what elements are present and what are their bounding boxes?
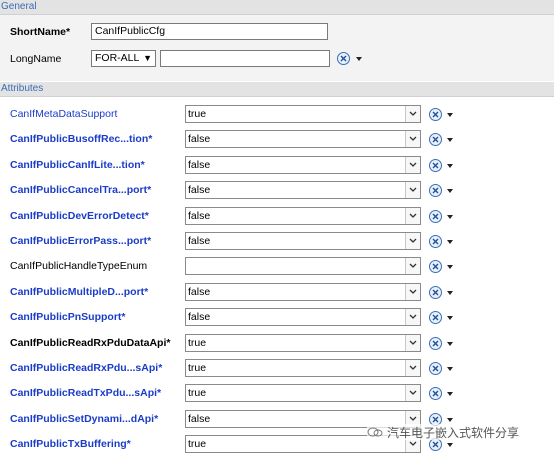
chevron-down-icon[interactable] <box>405 258 420 274</box>
attribute-value: true <box>188 438 207 450</box>
dropdown-menu-arrow-icon[interactable] <box>446 340 454 348</box>
attribute-value: false <box>188 235 211 247</box>
attributes-section-header[interactable]: Attributes <box>0 82 554 97</box>
attribute-value: false <box>188 210 211 222</box>
language-select-value: FOR-ALL <box>95 52 140 64</box>
dropdown-menu-arrow-icon[interactable] <box>446 289 454 297</box>
attribute-value: true <box>188 337 207 349</box>
reset-default-icon[interactable] <box>429 362 442 375</box>
attribute-value-combo[interactable]: true <box>185 384 421 402</box>
dropdown-menu-arrow-icon[interactable] <box>446 213 454 221</box>
chevron-down-icon[interactable] <box>405 335 420 351</box>
reset-default-icon[interactable] <box>429 133 442 146</box>
reset-default-icon[interactable] <box>429 286 442 299</box>
attributes-section-title: Attributes <box>1 83 44 94</box>
reset-default-icon[interactable] <box>429 337 442 350</box>
chevron-down-icon[interactable] <box>405 182 420 198</box>
longname-label: LongName <box>10 53 62 65</box>
attribute-value: false <box>188 133 211 145</box>
attribute-label: CanIfPublicBusoffRec...tion* <box>10 133 153 145</box>
attribute-label: CanIfPublicReadRxPduDataApi* <box>10 337 171 349</box>
attribute-label: CanIfPublicTxBuffering* <box>10 438 131 450</box>
chevron-down-icon[interactable] <box>405 131 420 147</box>
reset-default-icon[interactable] <box>337 52 350 65</box>
dropdown-menu-arrow-icon[interactable] <box>446 111 454 119</box>
attribute-value-combo[interactable]: false <box>185 232 421 250</box>
attribute-value-combo[interactable]: false <box>185 308 421 326</box>
attribute-label: CanIfPublicHandleTypeEnum <box>10 260 148 272</box>
attribute-label: CanIfPublicPnSupport* <box>10 311 126 323</box>
attribute-value-combo[interactable]: false <box>185 283 421 301</box>
attribute-value: true <box>188 387 207 399</box>
dropdown-menu-arrow-icon[interactable] <box>446 162 454 170</box>
chevron-down-icon: ▼ <box>143 53 152 63</box>
reset-default-icon[interactable] <box>429 311 442 324</box>
reset-default-icon[interactable] <box>429 184 442 197</box>
attribute-label: CanIfPublicDevErrorDetect* <box>10 210 149 222</box>
reset-default-icon[interactable] <box>429 210 442 223</box>
chevron-down-icon[interactable] <box>405 309 420 325</box>
attribute-value: false <box>188 311 211 323</box>
attribute-value-combo[interactable]: true <box>185 334 421 352</box>
dropdown-menu-arrow-icon[interactable] <box>446 238 454 246</box>
reset-default-icon[interactable] <box>429 108 442 121</box>
dropdown-menu-arrow-icon[interactable] <box>446 314 454 322</box>
attribute-value-combo[interactable]: false <box>185 207 421 225</box>
chevron-down-icon[interactable] <box>405 208 420 224</box>
dropdown-menu-arrow-icon[interactable] <box>446 263 454 271</box>
attribute-value-combo[interactable]: false <box>185 181 421 199</box>
chevron-down-icon[interactable] <box>405 106 420 122</box>
reset-default-icon[interactable] <box>429 235 442 248</box>
attribute-value-combo[interactable]: true <box>185 359 421 377</box>
attribute-label: CanIfPublicMultipleD...port* <box>10 286 149 298</box>
dropdown-menu-arrow-icon[interactable] <box>446 416 454 424</box>
dropdown-menu-arrow-icon[interactable] <box>446 365 454 373</box>
reset-default-icon[interactable] <box>429 387 442 400</box>
attribute-label: CanIfPublicSetDynami...dApi* <box>10 413 159 425</box>
watermark: 汽车电子嵌入式软件分享 <box>367 424 547 440</box>
wechat-icon <box>367 426 387 441</box>
attribute-label: CanIfPublicCancelTra...port* <box>10 184 152 196</box>
attribute-value: false <box>188 184 211 196</box>
attribute-label: CanIfPublicReadTxPdu...sApi* <box>10 387 162 399</box>
attribute-value: true <box>188 108 207 120</box>
chevron-down-icon[interactable] <box>405 385 420 401</box>
shortname-input[interactable]: CanIfPublicCfg <box>91 23 328 40</box>
chevron-down-icon[interactable] <box>405 360 420 376</box>
attribute-value: true <box>188 362 207 374</box>
attribute-label: CanIfPublicCanIfLite...tion* <box>10 159 145 171</box>
chevron-down-icon[interactable] <box>405 284 420 300</box>
reset-default-icon[interactable] <box>429 159 442 172</box>
chevron-down-icon[interactable] <box>405 157 420 173</box>
dropdown-menu-arrow-icon[interactable] <box>446 187 454 195</box>
attribute-value: false <box>188 286 211 298</box>
attribute-value: false <box>188 159 211 171</box>
attribute-label: CanIfPublicReadRxPdu...sApi* <box>10 362 163 374</box>
attribute-value-combo[interactable]: false <box>185 156 421 174</box>
general-section-header[interactable]: General <box>0 0 554 15</box>
attribute-label: CanIfPublicErrorPass...port* <box>10 235 152 247</box>
general-section-title: General <box>1 1 37 12</box>
shortname-label: ShortName* <box>10 26 71 38</box>
dropdown-menu-arrow-icon[interactable] <box>446 136 454 144</box>
attribute-label: CanIfMetaDataSupport <box>10 108 118 120</box>
dropdown-menu-arrow-icon[interactable] <box>446 390 454 398</box>
dropdown-menu-arrow-icon[interactable] <box>355 55 363 63</box>
watermark-text: 汽车电子嵌入式软件分享 <box>387 426 520 440</box>
dropdown-menu-arrow-icon[interactable] <box>446 441 454 449</box>
chevron-down-icon[interactable] <box>405 233 420 249</box>
attribute-value: false <box>188 413 211 425</box>
language-select[interactable]: FOR-ALL ▼ <box>91 50 156 67</box>
attribute-value-combo[interactable] <box>185 257 421 275</box>
reset-default-icon[interactable] <box>429 260 442 273</box>
attribute-value-combo[interactable]: true <box>185 105 421 123</box>
attribute-value-combo[interactable]: false <box>185 130 421 148</box>
longname-input[interactable] <box>160 50 330 67</box>
